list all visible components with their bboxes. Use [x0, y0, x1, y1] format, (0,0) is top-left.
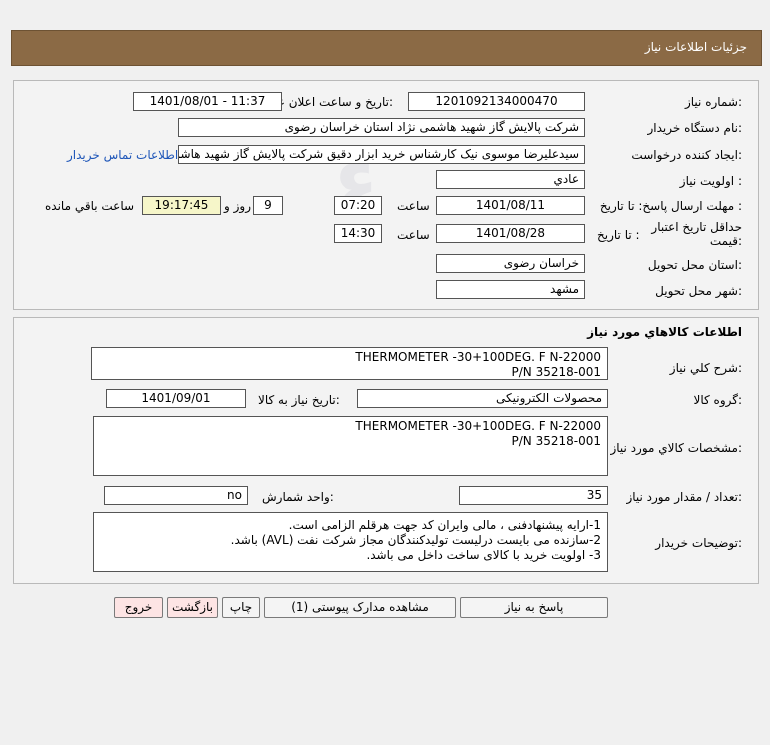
summary-label: شرح کلي نياز:: [669, 361, 742, 375]
creator-field: سیدعلیرضا موسوی نیک کارشناس خرید ابزار د…: [178, 145, 585, 164]
creator-label: ایجاد کننده درخواست:: [631, 148, 742, 162]
back-button[interactable]: بازگشت: [167, 597, 218, 618]
deadline-time-label: ساعت: [397, 199, 430, 213]
validity-label: حداقل تاریخ اعتبار قیمت:: [651, 220, 742, 248]
unit-label: واحد شمارش:: [262, 490, 334, 504]
validity-label-line-2: قیمت:: [709, 234, 742, 248]
need-info-panel: [13, 80, 759, 310]
announce-field: 1401/08/01 - 11:37: [133, 92, 282, 111]
specs-field: THERMOMETER -30+100DEG. F N-22000 P/N 35…: [93, 416, 608, 476]
buyer-description-label: توضیحات خریدار:: [655, 536, 742, 550]
quantity-label: تعداد / مقدار مورد نیاز:: [626, 490, 742, 504]
page-title: جزئیات اطلاعات نیاز: [644, 40, 747, 54]
days-remaining-field: 9: [253, 196, 283, 215]
province-field: خراسان رضوی: [436, 254, 585, 273]
view-attachments-button[interactable]: مشاهده مدارک پیوستی (1): [264, 597, 456, 618]
buyer-description-field: 1-ارایه پیشنهادفنی ، مالی وایران کد جهت …: [93, 512, 608, 572]
specs-label: مشخصات کالاي مورد نياز:: [610, 441, 742, 455]
unit-field: no: [104, 486, 248, 505]
exit-button[interactable]: خروج: [114, 597, 163, 618]
need-date-label: تاریخ نیاز به کالا:: [258, 393, 340, 407]
page-header: جزئیات اطلاعات نیاز: [11, 30, 762, 66]
validity-to-label: تا تاریخ :: [597, 228, 640, 242]
quantity-field: 35: [459, 486, 608, 505]
validity-label-line-1: حداقل تاریخ اعتبار: [651, 220, 742, 234]
city-field: مشهد: [436, 280, 585, 299]
priority-field: عادي: [436, 170, 585, 189]
goods-group-label: گروه کالا:: [693, 393, 743, 407]
validity-time-label: ساعت: [397, 228, 430, 242]
goods-section-title: اطلاعات کالاهاي مورد نياز: [587, 325, 742, 339]
goods-group-field: محصولات الکترونیکی: [357, 389, 608, 408]
buyer-field: شرکت پالایش گاز شهید هاشمی نژاد استان خر…: [178, 118, 585, 137]
validity-date-field: 1401/08/28: [436, 224, 585, 243]
province-label: استان محل تحویل:: [647, 258, 742, 272]
buyer-contact-link[interactable]: اطلاعات تماس خریدار: [67, 148, 178, 162]
priority-label: اولویت نیاز :: [679, 174, 742, 188]
validity-time-field: 14:30: [334, 224, 382, 243]
remaining-time-field: 19:17:45: [142, 196, 221, 215]
deadline-time-field: 07:20: [334, 196, 382, 215]
need-number-label: شماره نیاز:: [684, 95, 742, 109]
deadline-date-field: 1401/08/11: [436, 196, 585, 215]
need-number-field: 1201092134000470: [408, 92, 585, 111]
days-and-label: روز و: [224, 199, 251, 213]
buyer-label: نام دستگاه خریدار:: [647, 121, 743, 135]
print-button[interactable]: چاپ: [222, 597, 260, 618]
remaining-time-label: ساعت باقي مانده: [45, 199, 135, 213]
need-date-field: 1401/09/01: [106, 389, 246, 408]
reply-button[interactable]: پاسخ به نیاز: [460, 597, 608, 618]
deadline-label: مهلت ارسال پاسخ: تا تاریخ :: [599, 199, 742, 213]
summary-field: THERMOMETER -30+100DEG. F N-22000 P/N 35…: [91, 347, 608, 380]
city-label: شهر محل تحویل:: [655, 284, 742, 298]
